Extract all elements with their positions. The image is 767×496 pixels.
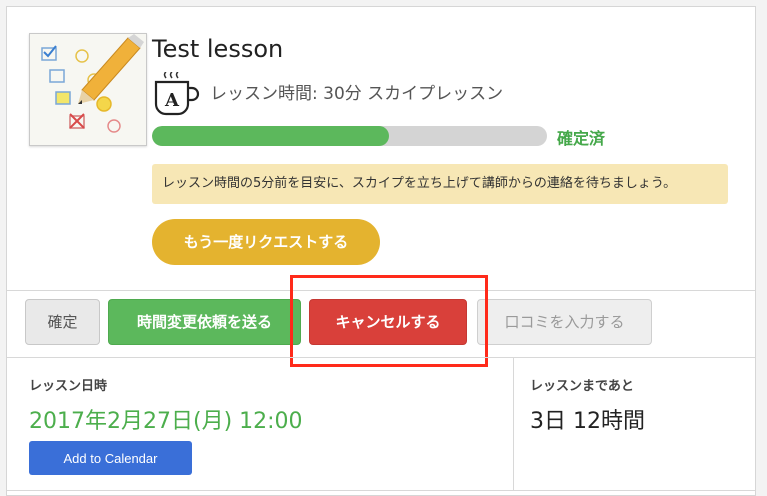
divider [513,357,514,491]
survey-pencil-icon [29,33,147,146]
divider [7,357,755,358]
progress-fill [152,126,389,146]
coffee-cup-a-icon: A [152,71,200,116]
write-review-button[interactable]: 口コミを入力する [477,299,652,345]
divider [7,490,755,491]
cancel-button[interactable]: キャンセルする [309,299,467,345]
lesson-date-label: レッスン日時 [29,379,108,394]
request-time-change-button[interactable]: 時間変更依頼を送る [108,299,301,345]
lesson-date-value: 2017年2月27日(月) 12:00 [29,409,303,434]
confirm-button[interactable]: 確定 [25,299,100,345]
status-badge: 確定済 [557,129,606,148]
time-remaining-value: 3日 12時間 [530,409,645,434]
divider [7,290,755,291]
lesson-card: Test lesson A レッスン時間: 30分 スカイプレッスン 確定済 レ… [6,6,756,496]
status-progress-bar [152,126,547,146]
svg-text:A: A [164,90,180,111]
lesson-title: Test lesson [152,35,284,63]
lesson-meta: レッスン時間: 30分 スカイプレッスン [210,84,504,104]
rerequest-button[interactable]: もう一度リクエストする [152,219,380,265]
add-to-calendar-button[interactable]: Add to Calendar [29,441,192,475]
time-remaining-label: レッスンまであと [530,379,634,394]
notice-banner: レッスン時間の5分前を目安に、スカイプを立ち上げて講師からの連絡を待ちましょう。 [152,164,728,204]
